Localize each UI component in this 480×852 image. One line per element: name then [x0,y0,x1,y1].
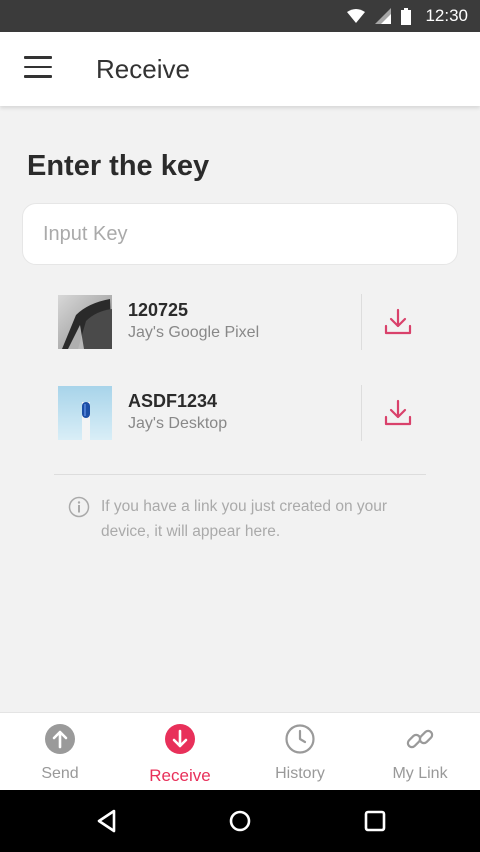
download-icon [384,308,412,335]
item-device: Jay's Desktop [128,415,228,432]
nav-label: Send [41,765,79,782]
bottom-nav: Send Receive History My Link [0,712,480,790]
item-thumbnail [58,386,112,440]
info-icon [68,496,90,518]
download-button[interactable] [382,397,414,429]
back-icon[interactable] [92,806,122,836]
upload-arrow-icon [45,724,75,754]
item-divider [361,385,362,441]
section-divider [54,474,426,475]
item-device: Jay's Google Pixel [128,324,260,341]
download-arrow-icon [165,724,195,754]
download-button[interactable] [382,306,414,338]
section-heading: Enter the key [27,150,210,182]
nav-send[interactable]: Send [0,713,120,790]
nav-label: My Link [392,765,448,782]
item-divider [361,294,362,350]
nav-label: History [275,765,325,782]
home-icon[interactable] [225,806,255,836]
item-key: 120725 [128,300,189,320]
download-icon [384,399,412,426]
status-time: 12:30 [425,6,468,25]
wifi-icon [347,9,366,23]
battery-icon [401,7,412,25]
list-item[interactable]: 120725 Jay's Google Pixel [58,294,428,350]
item-key: ASDF1234 [128,391,218,411]
link-icon [406,729,434,749]
item-thumbnail [58,295,112,349]
nav-label: Receive [149,766,211,785]
clock-icon [285,724,315,754]
recents-icon[interactable] [360,806,390,836]
status-icons: 12:30 [347,6,468,26]
nav-history[interactable]: History [240,713,360,790]
nav-receive[interactable]: Receive [120,713,240,790]
system-nav-bar [0,790,480,852]
status-bar: 12:30 [0,0,480,32]
signal-icon [375,8,392,24]
hamburger-menu-icon[interactable] [24,56,52,82]
page-title: Receive [96,54,190,84]
app-bar: Receive [0,32,480,106]
nav-my-link[interactable]: My Link [360,713,480,790]
list-item[interactable]: ASDF1234 Jay's Desktop [58,385,428,441]
info-message: If you have a link you just created on y… [101,498,388,540]
key-input[interactable] [22,203,458,265]
